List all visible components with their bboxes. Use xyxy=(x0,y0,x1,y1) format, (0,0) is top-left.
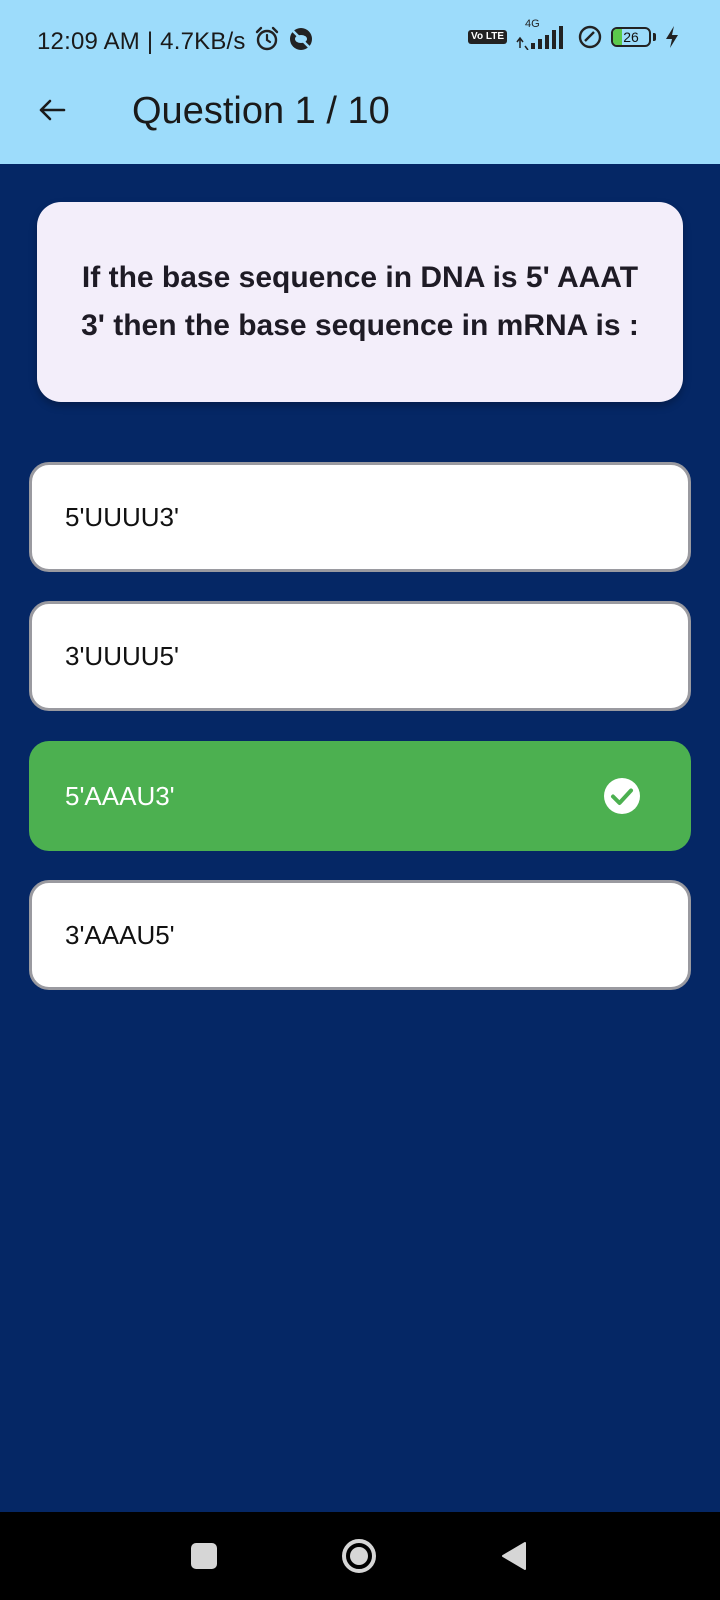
status-right-icons: Vo LTE 4G 26 xyxy=(468,18,680,51)
battery-level: 26 xyxy=(623,29,639,45)
square-icon xyxy=(191,1543,217,1569)
volte-badge: Vo LTE xyxy=(468,30,507,44)
check-circle-icon xyxy=(604,778,640,814)
status-bar: 12:09 AM | 4.7KB/s Vo LTE 4G 26 xyxy=(0,0,720,84)
option-label: 3'UUUU5' xyxy=(65,640,179,671)
system-nav-bar xyxy=(0,1512,720,1600)
question-text: If the base sequence in DNA is 5' AAAT 3… xyxy=(81,261,639,342)
option-label: 5'AAAU3' xyxy=(65,780,175,811)
page-title: Question 1 / 10 xyxy=(132,90,390,132)
option-1[interactable]: 5'UUUU3' xyxy=(29,462,691,572)
option-label: 5'UUUU3' xyxy=(65,501,179,532)
nav-back-button[interactable] xyxy=(492,1534,536,1578)
status-time: 12:09 AM | 4.7KB/s xyxy=(37,28,246,55)
question-card: If the base sequence in DNA is 5' AAAT 3… xyxy=(37,202,683,402)
option-3-correct[interactable]: 5'AAAU3' xyxy=(29,741,691,851)
link-icon xyxy=(578,25,602,49)
network-type: 4G xyxy=(525,18,540,30)
battery-icon: 26 xyxy=(611,27,656,47)
charging-icon xyxy=(666,26,678,48)
option-label: 3'AAAU5' xyxy=(65,919,175,950)
signal-icon: 4G xyxy=(515,18,569,51)
triangle-back-icon xyxy=(502,1542,526,1570)
recents-button[interactable] xyxy=(182,1534,226,1578)
option-2[interactable]: 3'UUUU5' xyxy=(29,601,691,711)
circle-icon xyxy=(342,1539,376,1573)
alarm-icon xyxy=(255,26,279,51)
status-left-icons xyxy=(254,26,314,52)
option-4[interactable]: 3'AAAU5' xyxy=(29,880,691,990)
app-top-bar: 12:09 AM | 4.7KB/s Vo LTE 4G 26 Question… xyxy=(0,0,720,164)
home-button[interactable] xyxy=(337,1534,381,1578)
arrow-left-icon xyxy=(39,99,66,121)
back-button[interactable] xyxy=(30,88,74,132)
eye-off-icon xyxy=(290,28,312,50)
